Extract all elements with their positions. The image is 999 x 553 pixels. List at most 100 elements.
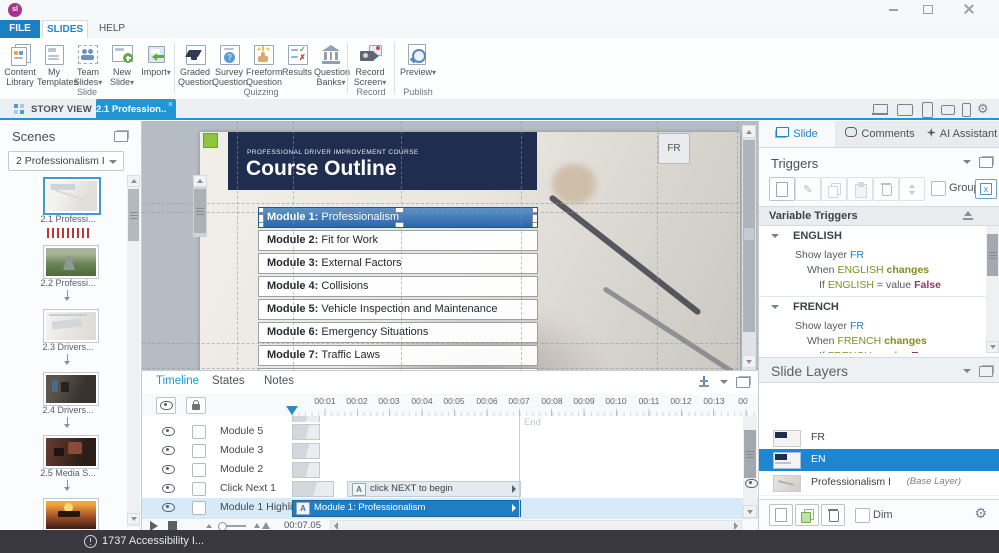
reorder-trigger-spinner[interactable]: [899, 177, 925, 201]
variable-group-name[interactable]: ENGLISH: [793, 230, 842, 242]
scroll-left-icon[interactable]: [334, 522, 338, 530]
timeline-row[interactable]: Module 2: [142, 460, 758, 480]
content-library-button[interactable]: Content Library: [3, 40, 37, 88]
timeline-row[interactable]: Click Next 1 A click NEXT to begin: [142, 479, 758, 499]
visibility-eye-icon[interactable]: [162, 503, 175, 512]
triggers-dock-icon[interactable]: [979, 157, 993, 168]
row-checkbox[interactable]: [192, 425, 206, 439]
module-row[interactable]: Module 4: Collisions: [258, 276, 538, 297]
results-button[interactable]: ✓ ✗ Results: [280, 40, 314, 88]
row-checkbox[interactable]: [192, 463, 206, 477]
show-hide-all-eye-button[interactable]: [156, 397, 176, 414]
group-checkbox[interactable]: [931, 181, 946, 196]
timeline-row-selected[interactable]: Module 1 Highlight A Module 1: Professio…: [142, 498, 758, 518]
copy-trigger-button[interactable]: [821, 177, 847, 201]
group-collapse-caret-icon[interactable]: [771, 234, 779, 238]
delete-layer-button[interactable]: [821, 504, 845, 526]
manage-variables-button[interactable]: x: [975, 179, 997, 199]
new-slide-button[interactable]: New Slide▾: [105, 40, 139, 88]
slide-start-marker[interactable]: [203, 133, 218, 148]
triggers-scrollbar[interactable]: [986, 226, 999, 353]
canvas-scrollbar-thumb[interactable]: [743, 140, 755, 332]
tab-states[interactable]: States: [212, 375, 245, 387]
slide-layers-dock-icon[interactable]: [979, 366, 993, 377]
new-layer-button[interactable]: [769, 504, 793, 526]
triggers-menu-caret-icon[interactable]: [963, 160, 971, 164]
tab-timeline[interactable]: Timeline: [156, 375, 199, 387]
bar-extend-arrow-icon[interactable]: [512, 504, 516, 512]
layer-row-base[interactable]: Professionalism I (Base Layer): [759, 471, 999, 496]
canvas-scroll-down-icon[interactable]: [742, 355, 756, 368]
tab-slide-panel[interactable]: Slide: [759, 121, 836, 147]
timeline-row[interactable]: Module 3: [142, 441, 758, 461]
device-phone-landscape-icon[interactable]: [941, 105, 955, 115]
timeline-object-bar-selected[interactable]: A Module 1: Professionalism: [292, 500, 521, 517]
scene-thumbnail-next[interactable]: [43, 498, 99, 532]
scenes-scroll-down-icon[interactable]: [127, 513, 140, 525]
scenes-scrollbar-thumb[interactable]: [128, 189, 139, 241]
scene-thumbnail-2-4[interactable]: [43, 372, 99, 406]
trigger-condition-line[interactable]: IfENGLISH= valueFalse: [819, 279, 944, 291]
team-slides-button[interactable]: Team Slides▾: [71, 40, 105, 88]
visibility-eye-icon[interactable]: [162, 465, 175, 474]
trigger-action-line[interactable]: Show layerFR: [795, 320, 867, 332]
scroll-right-icon[interactable]: [734, 522, 738, 530]
timeline-ruler[interactable]: 00:01 00:02 00:03 00:04 00:05 00:06 00:0…: [292, 394, 758, 416]
module-row-selected[interactable]: Module 1: Professionalism: [258, 207, 538, 228]
trigger-when-line[interactable]: WhenENGLISHchanges: [807, 264, 932, 276]
scenes-panel-dock-icon[interactable]: [114, 131, 128, 142]
group-collapse-caret-icon[interactable]: [771, 305, 779, 309]
module-row[interactable]: Module 2: Fit for Work: [258, 230, 538, 251]
survey-question-button[interactable]: ? Survey Question: [212, 40, 246, 88]
slide-canvas[interactable]: PROFESSIONAL DRIVER IMPROVEMENT COURSE C…: [142, 121, 758, 370]
device-laptop-icon[interactable]: [872, 104, 888, 115]
status-message[interactable]: 1737 Accessibility I...: [102, 535, 204, 547]
timeline-scroll-down-icon[interactable]: [743, 505, 757, 518]
timeline-menu-caret-icon[interactable]: [720, 380, 728, 384]
visibility-eye-icon[interactable]: [162, 446, 175, 455]
scenes-scrollbar[interactable]: [127, 175, 140, 527]
visibility-eye-icon[interactable]: [162, 484, 175, 493]
slide-layers-menu-caret-icon[interactable]: [963, 369, 971, 373]
maximize-button[interactable]: [923, 5, 933, 14]
module-row[interactable]: Module 6: Emergency Situations: [258, 322, 538, 343]
story-view-tab[interactable]: STORY VIEW: [8, 99, 94, 120]
my-templates-button[interactable]: My Templates: [37, 40, 71, 88]
zoom-slider[interactable]: [220, 525, 246, 527]
collapse-all-icon[interactable]: [963, 211, 973, 221]
device-desktop-icon[interactable]: [897, 104, 913, 116]
scene-thumbnail-2-2[interactable]: [43, 245, 99, 279]
trigger-condition-line[interactable]: IfFRENCH= valueTrue: [819, 350, 937, 353]
timeline-scrollbar-v-thumb[interactable]: [744, 430, 756, 478]
tab-notes[interactable]: Notes: [264, 375, 294, 387]
close-button[interactable]: [964, 4, 974, 14]
preview-button[interactable]: Preview▾: [400, 40, 434, 88]
lock-all-button[interactable]: [186, 397, 206, 414]
scene-thumbnail-2-3[interactable]: [43, 309, 99, 343]
visibility-eye-icon[interactable]: [162, 427, 175, 436]
timeline-object-bar[interactable]: A click NEXT to begin: [347, 481, 521, 497]
layer-settings-gear-icon[interactable]: ⚙: [974, 505, 987, 522]
bar-extend-arrow-icon[interactable]: [512, 485, 516, 493]
scene-thumbnail-2-1[interactable]: [43, 177, 101, 215]
trigger-when-line[interactable]: WhenFRENCHchanges: [807, 335, 930, 347]
timeline-dock-icon[interactable]: [736, 377, 750, 388]
minimize-button[interactable]: [889, 9, 898, 11]
paste-trigger-button[interactable]: [847, 177, 873, 201]
slide-tab-active[interactable]: 2.1 Profession... ×: [96, 99, 176, 120]
triggers-scrollbar-thumb[interactable]: [987, 234, 998, 276]
module-row[interactable]: Module 3: External Factors: [258, 253, 538, 274]
dim-checkbox[interactable]: [855, 508, 870, 523]
tab-file[interactable]: FILE: [0, 20, 40, 38]
timeline-row[interactable]: Module 5: [142, 422, 758, 442]
duplicate-layer-button[interactable]: [795, 504, 819, 526]
canvas-left-scroll-fragment[interactable]: [193, 175, 207, 237]
graded-question-button[interactable]: Graded Question: [178, 40, 212, 88]
canvas-scrollbar[interactable]: [742, 125, 756, 370]
stop-button[interactable]: [168, 521, 177, 530]
fit-timeline-icon[interactable]: [699, 376, 709, 388]
tab-ai-assistant-panel[interactable]: AI Assistant: [925, 121, 999, 147]
playhead-icon[interactable]: [286, 406, 298, 415]
layer-visibility-eye-icon[interactable]: [745, 479, 758, 488]
record-screen-button[interactable]: Record Screen▾: [353, 40, 387, 88]
